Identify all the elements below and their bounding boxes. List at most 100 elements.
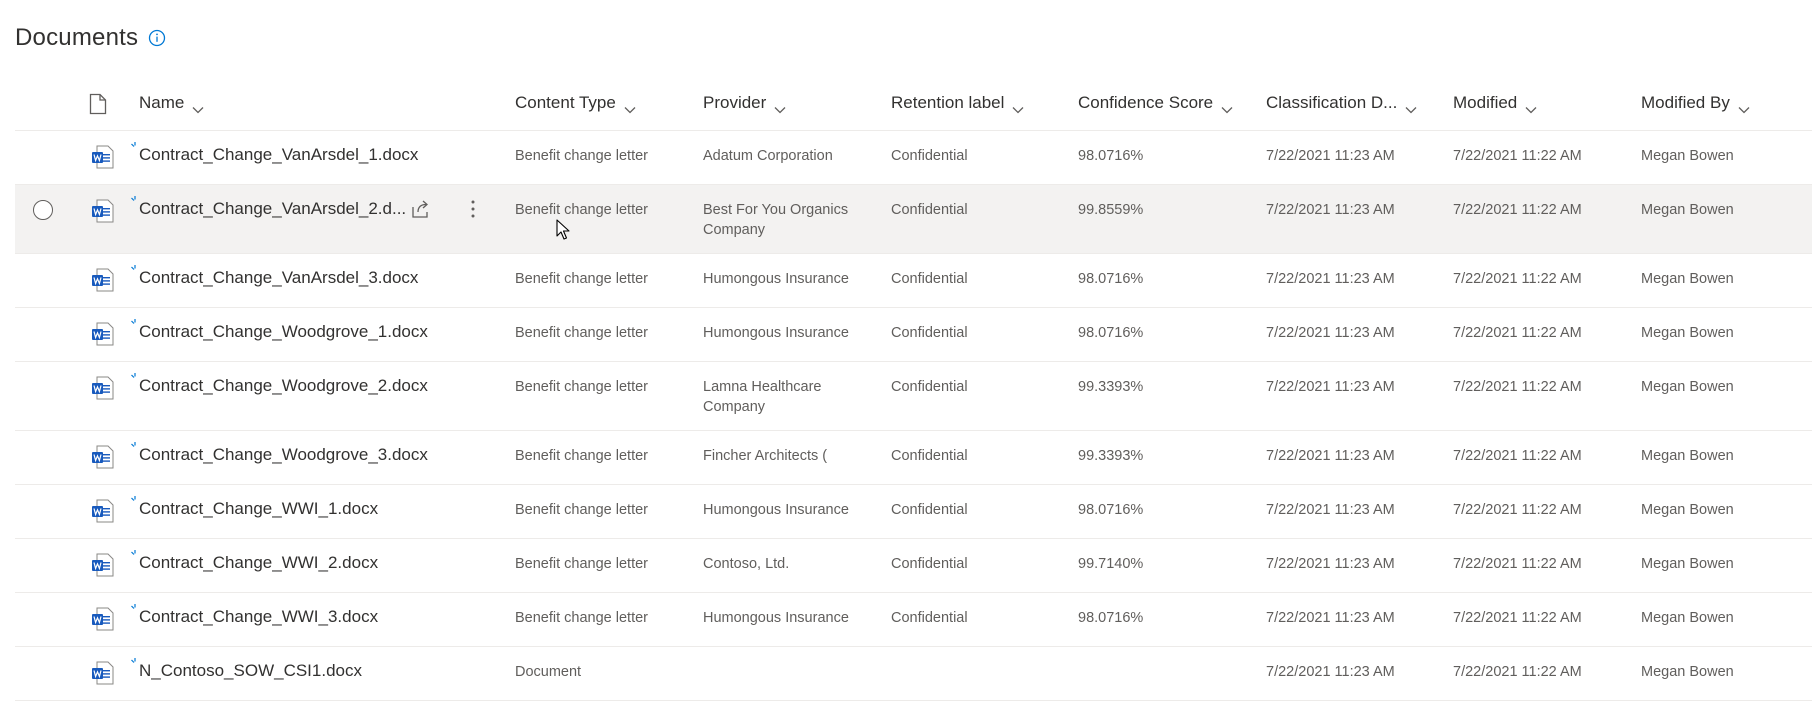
cell-modified-by: Megan Bowen — [1641, 556, 1734, 572]
column-header-modified[interactable]: Modified — [1453, 76, 1537, 130]
file-name-link[interactable]: Contract_Change_VanArsdel_3.docx — [139, 268, 418, 288]
cell-classification-date: 7/22/2021 11:23 AM — [1266, 556, 1395, 572]
table-row[interactable]: Contract_Change_VanArsdel_1.docx Benefit … — [15, 131, 1812, 185]
cell-classification-date: 7/22/2021 11:23 AM — [1266, 148, 1395, 164]
word-document-icon — [91, 444, 115, 470]
cell-content-type: Benefit change letter — [515, 556, 649, 572]
file-name-link[interactable]: Contract_Change_WWI_3.docx — [139, 607, 378, 627]
chevron-down-icon — [1012, 99, 1024, 114]
cell-modified-by: Megan Bowen — [1641, 448, 1734, 464]
list-body: Contract_Change_VanArsdel_1.docx Benefit … — [15, 131, 1812, 701]
cell-confidence-score: 98.0716% — [1078, 271, 1144, 287]
cell-modified: 7/22/2021 11:22 AM — [1453, 325, 1582, 341]
cell-provider: Contoso, Ltd. — [703, 556, 790, 572]
cell-modified: 7/22/2021 11:22 AM — [1453, 664, 1582, 680]
cell-provider: Best For You Organics Company — [703, 202, 849, 238]
cell-confidence-score: 99.8559% — [1078, 202, 1144, 218]
cell-retention-label: Confidential — [891, 271, 968, 287]
cell-provider: Lamna Healthcare Company — [703, 379, 822, 415]
file-name-link[interactable]: N_Contoso_SOW_CSI1.docx — [139, 661, 362, 681]
cell-modified-by: Megan Bowen — [1641, 202, 1734, 218]
table-row[interactable]: Contract_Change_Woodgrove_3.docx Benefit … — [15, 431, 1812, 485]
table-row[interactable]: Contract_Change_WWI_3.docx Benefit change… — [15, 593, 1812, 647]
column-header-provider-label: Provider — [703, 93, 767, 112]
column-header-name[interactable]: Name — [139, 76, 204, 130]
row-select-radio[interactable] — [33, 200, 53, 220]
cell-content-type: Benefit change letter — [515, 502, 649, 518]
cell-retention-label: Confidential — [891, 610, 968, 626]
cell-retention-label: Confidential — [891, 379, 968, 395]
cell-confidence-score: 98.0716% — [1078, 148, 1144, 164]
file-name-link[interactable]: Contract_Change_WWI_2.docx — [139, 553, 378, 573]
column-header-provider[interactable]: Provider — [703, 76, 786, 130]
cell-confidence-score: 98.0716% — [1078, 610, 1144, 626]
cell-classification-date: 7/22/2021 11:23 AM — [1266, 448, 1395, 464]
table-row[interactable]: Contract_Change_VanArsdel_2.d... Benefit … — [15, 185, 1812, 254]
cell-retention-label: Confidential — [891, 148, 968, 164]
word-document-icon — [91, 552, 115, 578]
file-name-link[interactable]: Contract_Change_VanArsdel_2.d... — [139, 199, 406, 219]
cell-modified: 7/22/2021 11:22 AM — [1453, 610, 1582, 626]
cell-modified: 7/22/2021 11:22 AM — [1453, 556, 1582, 572]
chevron-down-icon — [1405, 99, 1417, 114]
cell-modified-by: Megan Bowen — [1641, 379, 1734, 395]
table-row[interactable]: N_Contoso_SOW_CSI1.docx Document 7/22/2021… — [15, 647, 1812, 701]
cell-content-type: Benefit change letter — [515, 610, 649, 626]
cell-retention-label: Confidential — [891, 325, 968, 341]
info-icon[interactable] — [148, 29, 166, 47]
more-actions-icon[interactable] — [470, 197, 476, 221]
cell-confidence-score: 99.7140% — [1078, 556, 1144, 572]
column-header-retention-label-label: Retention label — [891, 93, 1005, 112]
cell-confidence-score: 99.3393% — [1078, 379, 1144, 395]
table-row[interactable]: Contract_Change_Woodgrove_1.docx Benefit … — [15, 308, 1812, 362]
column-header-confidence-score[interactable]: Confidence Score — [1078, 76, 1233, 130]
column-header-modified-by[interactable]: Modified By — [1641, 76, 1750, 130]
cell-provider: Humongous Insurance — [703, 610, 849, 626]
cell-modified-by: Megan Bowen — [1641, 502, 1734, 518]
page-header: Documents — [15, 20, 166, 56]
word-document-icon — [91, 144, 115, 170]
file-type-header-icon[interactable] — [89, 93, 107, 115]
column-header-classification-date[interactable]: Classification D... — [1266, 76, 1417, 130]
table-row[interactable]: Contract_Change_WWI_2.docx Benefit change… — [15, 539, 1812, 593]
chevron-down-icon — [1221, 99, 1233, 114]
cell-modified-by: Megan Bowen — [1641, 148, 1734, 164]
cell-classification-date: 7/22/2021 11:23 AM — [1266, 202, 1395, 218]
cell-classification-date: 7/22/2021 11:23 AM — [1266, 379, 1395, 395]
table-row[interactable]: Contract_Change_VanArsdel_3.docx Benefit … — [15, 254, 1812, 308]
file-name-link[interactable]: Contract_Change_Woodgrove_3.docx — [139, 445, 428, 465]
file-name-link[interactable]: Contract_Change_Woodgrove_2.docx — [139, 376, 428, 396]
cell-provider: Adatum Corporation — [703, 148, 833, 164]
word-document-icon — [91, 267, 115, 293]
column-header-retention-label[interactable]: Retention label — [891, 76, 1024, 130]
cell-retention-label: Confidential — [891, 556, 968, 572]
cell-retention-label: Confidential — [891, 202, 968, 218]
cell-modified-by: Megan Bowen — [1641, 271, 1734, 287]
share-icon[interactable] — [410, 198, 432, 220]
cell-confidence-score: 98.0716% — [1078, 502, 1144, 518]
cell-provider: Fincher Architects ( — [703, 448, 828, 464]
list-header: Name Content Type Provider Retention lab… — [15, 76, 1812, 131]
cell-content-type: Benefit change letter — [515, 448, 649, 464]
word-document-icon — [91, 375, 115, 401]
file-name-link[interactable]: Contract_Change_WWI_1.docx — [139, 499, 378, 519]
cell-classification-date: 7/22/2021 11:23 AM — [1266, 325, 1395, 341]
word-document-icon — [91, 498, 115, 524]
cell-provider: Humongous Insurance — [703, 502, 849, 518]
file-name-link[interactable]: Contract_Change_VanArsdel_1.docx — [139, 145, 418, 165]
cell-modified-by: Megan Bowen — [1641, 610, 1734, 626]
table-row[interactable]: Contract_Change_Woodgrove_2.docx Benefit … — [15, 362, 1812, 431]
cell-modified: 7/22/2021 11:22 AM — [1453, 148, 1582, 164]
column-header-content-type[interactable]: Content Type — [515, 76, 636, 130]
cell-content-type: Benefit change letter — [515, 325, 649, 341]
chevron-down-icon — [774, 99, 786, 114]
cell-classification-date: 7/22/2021 11:23 AM — [1266, 271, 1395, 287]
word-document-icon — [91, 660, 115, 686]
file-name-link[interactable]: Contract_Change_Woodgrove_1.docx — [139, 322, 428, 342]
documents-list: Name Content Type Provider Retention lab… — [15, 76, 1812, 701]
table-row[interactable]: Contract_Change_WWI_1.docx Benefit change… — [15, 485, 1812, 539]
cell-content-type: Benefit change letter — [515, 379, 649, 395]
mouse-cursor-icon — [556, 219, 572, 241]
cell-confidence-score: 98.0716% — [1078, 325, 1144, 341]
word-document-icon — [91, 321, 115, 347]
